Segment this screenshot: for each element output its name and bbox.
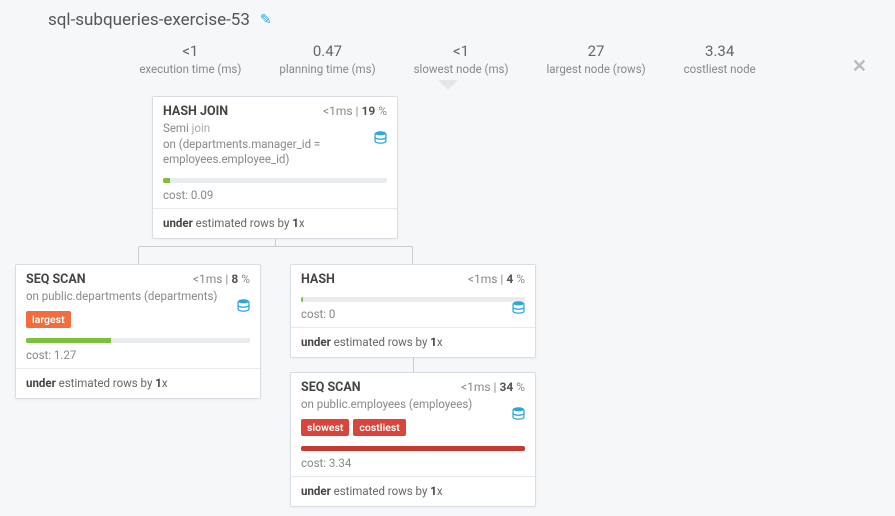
node-meta: <1ms | 19 %	[323, 104, 387, 118]
edit-icon[interactable]: ✎	[260, 12, 272, 28]
close-icon[interactable]: ✕	[852, 56, 867, 77]
cost-bar	[16, 334, 260, 346]
stat-value: 3.34	[684, 42, 756, 60]
database-icon	[374, 131, 387, 149]
cost-label: cost: 0.09	[153, 186, 397, 208]
badge-costliest: costliest	[353, 419, 405, 436]
node-op: SEQ SCAN	[301, 380, 361, 395]
node-meta: <1ms | 8 %	[193, 272, 250, 286]
badge-slowest: slowest	[301, 419, 349, 436]
database-icon	[512, 407, 525, 425]
node-op: HASH	[301, 272, 335, 287]
node-seq-scan-departments[interactable]: SEQ SCAN <1ms | 8 % on public.department…	[15, 264, 261, 399]
cost-bar	[153, 174, 397, 186]
stat-label: execution time (ms)	[139, 62, 241, 76]
stat-value: 27	[546, 42, 645, 60]
node-seq-scan-employees[interactable]: SEQ SCAN <1ms | 34 % on public.employees…	[290, 372, 536, 507]
node-meta: <1ms | 34 %	[461, 380, 525, 394]
stat-largest-node: 27 largest node (rows)	[546, 42, 645, 76]
connector	[138, 246, 413, 266]
node-hash[interactable]: HASH <1ms | 4 % cost: 0 under estimated …	[290, 264, 536, 358]
node-subtitle: Semi join on (departments.manager_id = e…	[153, 121, 397, 174]
badge-largest: largest	[26, 311, 71, 328]
stat-label: costliest node	[684, 62, 756, 76]
node-op: HASH JOIN	[163, 104, 228, 119]
connector	[413, 356, 414, 372]
estimate-row: under estimated rows by 1x	[291, 328, 535, 357]
stat-label: planning time (ms)	[279, 62, 375, 76]
stat-value: <1	[139, 42, 241, 60]
cost-bar	[291, 442, 535, 454]
cost-bar	[291, 289, 535, 305]
stat-execution-time: <1 execution time (ms)	[139, 42, 241, 76]
database-icon	[512, 301, 525, 319]
node-op: SEQ SCAN	[26, 272, 86, 287]
stat-value: 0.47	[279, 42, 375, 60]
cost-label: cost: 1.27	[16, 346, 260, 368]
stat-label: slowest node (ms)	[414, 62, 509, 76]
stat-value: <1	[414, 42, 509, 60]
node-meta: <1ms | 4 %	[468, 272, 525, 286]
estimate-row: under estimated rows by 1x	[291, 477, 535, 506]
node-hash-join[interactable]: HASH JOIN <1ms | 19 % Semi join on (depa…	[152, 96, 398, 239]
stat-costliest-node: 3.34 costliest node	[684, 42, 756, 76]
node-subtitle: on public.departments (departments)	[16, 289, 260, 311]
cost-label: cost: 0	[291, 305, 535, 327]
node-subtitle: on public.employees (employees)	[291, 397, 535, 419]
estimate-row: under estimated rows by 1x	[16, 369, 260, 398]
stats-bar: <1 execution time (ms) 0.47 planning tim…	[0, 38, 895, 88]
cost-label: cost: 3.34	[291, 454, 535, 476]
stat-slowest-node: <1 slowest node (ms)	[414, 42, 509, 76]
plan-canvas: HASH JOIN <1ms | 19 % Semi join on (depa…	[0, 88, 895, 508]
stat-planning-time: 0.47 planning time (ms)	[279, 42, 375, 76]
estimate-row: under estimated rows by 1x	[153, 209, 397, 238]
stat-label: largest node (rows)	[546, 62, 645, 76]
page-title: sql-subqueries-exercise-53	[48, 10, 250, 30]
database-icon	[237, 299, 250, 317]
